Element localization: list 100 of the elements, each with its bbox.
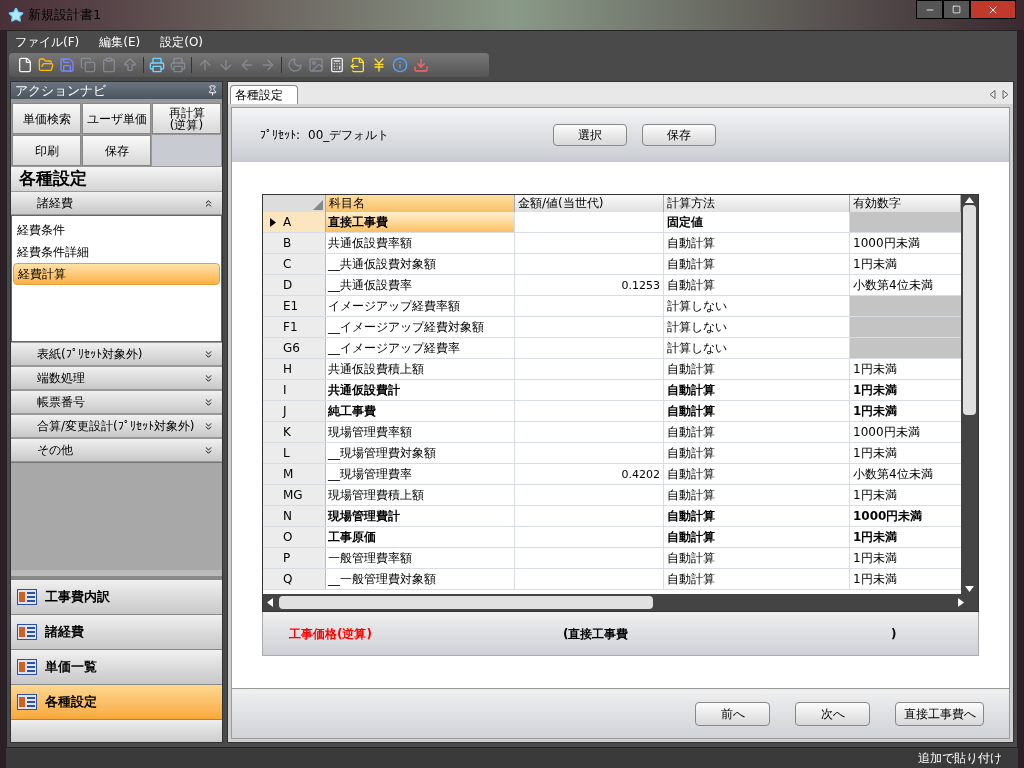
- panel-title: アクションナビ: [15, 81, 106, 100]
- table-cell: 共通仮設費計: [326, 380, 515, 400]
- row-header[interactable]: C: [263, 254, 326, 274]
- footer-button[interactable]: 次へ: [795, 701, 870, 726]
- action-button[interactable]: 保存: [82, 135, 151, 166]
- row-code: Q: [283, 571, 293, 588]
- formula-label: 工事価格(逆算): [289, 625, 373, 643]
- column-header[interactable]: 科目名: [326, 195, 515, 212]
- yen-icon[interactable]: [371, 57, 387, 73]
- row-header[interactable]: O: [263, 527, 326, 547]
- chevrons-down-icon: [203, 348, 214, 360]
- nav-list-item[interactable]: 経費条件詳細: [13, 241, 220, 263]
- app-star-icon: [8, 7, 24, 23]
- row-header[interactable]: D: [263, 275, 326, 295]
- accordion-header[interactable]: 帳票番号: [11, 391, 222, 414]
- row-header[interactable]: F1: [263, 317, 326, 337]
- row-header[interactable]: I: [263, 380, 326, 400]
- nav-item[interactable]: 諸経費: [11, 615, 222, 649]
- action-button[interactable]: ユーザ単価: [82, 103, 151, 134]
- row-code: H: [283, 361, 293, 378]
- tab-scroll-icon[interactable]: [989, 90, 1009, 99]
- nav-list-item[interactable]: 経費条件: [13, 219, 220, 241]
- chevrons-up-icon: [203, 197, 214, 209]
- row-header[interactable]: L: [263, 443, 326, 463]
- menu-item[interactable]: ファイル(F): [15, 33, 80, 51]
- pin-icon[interactable]: [207, 85, 218, 96]
- scroll-down-icon[interactable]: [965, 586, 974, 592]
- row-header[interactable]: B: [263, 233, 326, 253]
- preset-button[interactable]: 保存: [642, 124, 717, 146]
- scrollbar-thumb[interactable]: [279, 596, 653, 609]
- row-header[interactable]: A: [263, 212, 326, 232]
- table-cell: 自動計算: [664, 485, 850, 505]
- row-header[interactable]: K: [263, 422, 326, 442]
- maximize-button[interactable]: [943, 0, 970, 19]
- column-header[interactable]: 有効数字: [850, 195, 961, 212]
- scroll-right-icon[interactable]: [958, 598, 964, 607]
- row-header[interactable]: G6: [263, 338, 326, 358]
- corner-header[interactable]: [263, 195, 326, 212]
- info-icon[interactable]: [392, 57, 408, 73]
- scroll-up-icon[interactable]: [965, 197, 974, 203]
- accordion-header[interactable]: 合算/変更設計(ﾌﾟﾘｾｯﾄ対象外): [11, 415, 222, 438]
- table-cell: __共通仮設費率: [326, 275, 515, 295]
- table-cell-text: 1000円未満: [852, 235, 921, 252]
- row-header[interactable]: J: [263, 401, 326, 421]
- action-button[interactable]: 単価検索: [12, 103, 81, 134]
- accordion-header[interactable]: その他: [11, 439, 222, 462]
- accordion-header[interactable]: 端数処理: [11, 367, 222, 390]
- close-button[interactable]: [970, 0, 1016, 19]
- window-title: 新規設計書1: [28, 6, 102, 25]
- menu-item[interactable]: 編集(E): [99, 33, 141, 51]
- table-cell: 自動計算: [664, 359, 850, 379]
- action-button[interactable]: 印刷: [12, 135, 81, 166]
- splitter-handle[interactable]: [11, 570, 222, 576]
- row-header[interactable]: E1: [263, 296, 326, 316]
- accordion-header[interactable]: 諸経費: [11, 192, 222, 215]
- table-cell-text: 1円未満: [852, 382, 899, 399]
- table-cell: 0.1253: [515, 275, 664, 295]
- table-cell-text: 1円未満: [852, 445, 898, 462]
- new-icon[interactable]: [17, 57, 33, 73]
- print-icon[interactable]: [149, 57, 165, 73]
- table-cell-text: 1円未満: [852, 256, 898, 273]
- row-header[interactable]: N: [263, 506, 326, 526]
- horizontal-scrollbar[interactable]: [263, 594, 978, 611]
- scroll-left-icon[interactable]: [267, 598, 273, 607]
- row-code: N: [283, 508, 292, 525]
- action-button[interactable]: 再計算 (逆算): [152, 103, 221, 134]
- scrollbar-thumb[interactable]: [963, 205, 976, 415]
- card-list-icon: [17, 659, 37, 675]
- row-header[interactable]: P: [263, 548, 326, 568]
- column-header[interactable]: 計算方法: [664, 195, 850, 212]
- table-cell: 自動計算: [664, 464, 850, 484]
- footer-button[interactable]: 前へ: [695, 701, 770, 726]
- preset-value: 00_デフォルト: [308, 127, 391, 144]
- row-header[interactable]: M: [263, 464, 326, 484]
- minimize-button[interactable]: [916, 0, 943, 19]
- accordion-header[interactable]: 表紙(ﾌﾟﾘｾｯﾄ対象外): [11, 343, 222, 366]
- menu-item[interactable]: 設定(O): [160, 33, 204, 51]
- table-cell: 自動計算: [664, 380, 850, 400]
- preset-button[interactable]: 選択: [553, 124, 628, 146]
- vertical-scrollbar[interactable]: [961, 195, 978, 594]
- row-header[interactable]: H: [263, 359, 326, 379]
- calc-icon[interactable]: [329, 57, 345, 73]
- open-icon[interactable]: [38, 57, 54, 73]
- nav-item[interactable]: 単価一覧: [11, 650, 222, 684]
- table-cell: 現場管理費計: [326, 506, 515, 526]
- nav-item[interactable]: 各種設定: [11, 685, 222, 719]
- column-header[interactable]: 金額/値(当世代): [515, 195, 664, 212]
- tab[interactable]: 各種設定: [230, 85, 298, 104]
- footer-button[interactable]: 直接工事費へ: [895, 701, 984, 726]
- row-code: L: [283, 445, 290, 462]
- row-code: K: [283, 424, 291, 441]
- row-header[interactable]: MG: [263, 485, 326, 505]
- save-icon[interactable]: [59, 57, 75, 73]
- import-icon[interactable]: [413, 57, 429, 73]
- nav-list-item[interactable]: 経費計算: [13, 263, 220, 285]
- export-icon[interactable]: [350, 57, 366, 73]
- row-header[interactable]: Q: [263, 569, 326, 589]
- row-code: P: [283, 550, 291, 567]
- chevrons-down-icon: [203, 444, 214, 456]
- nav-item[interactable]: 工事費内訳: [11, 580, 222, 614]
